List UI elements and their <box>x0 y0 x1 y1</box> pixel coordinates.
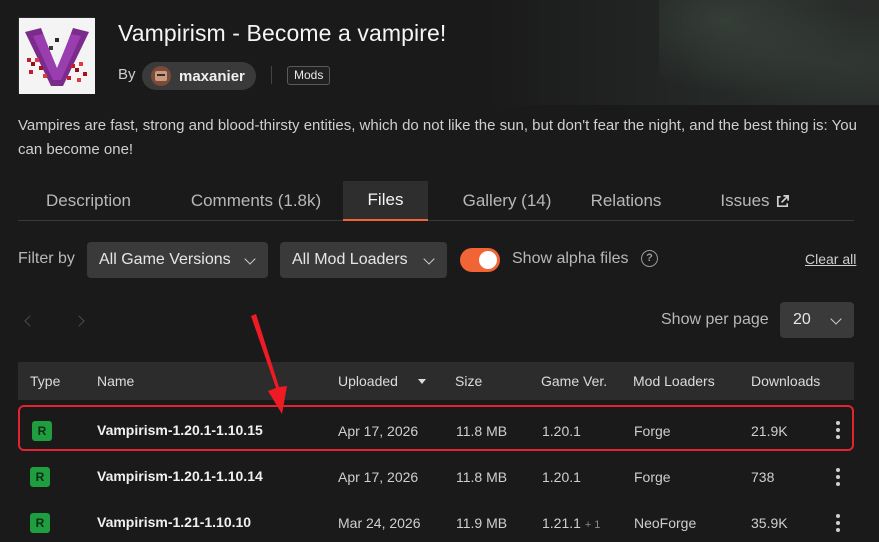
author-name: maxanier <box>179 67 245 85</box>
tab-description[interactable]: Description <box>18 181 159 221</box>
more-options-icon[interactable] <box>836 421 840 439</box>
mod-loader-value: All Mod Loaders <box>292 251 408 268</box>
file-row[interactable]: R Vampirism-1.20.1-1.10.14 Apr 17, 2026 … <box>18 453 854 499</box>
release-badge: R <box>30 513 50 533</box>
per-page-select[interactable]: 20 <box>780 302 854 338</box>
chevron-down-icon <box>244 253 256 265</box>
file-game-version: 1.20.1 <box>542 423 581 439</box>
file-mod-loader: Forge <box>634 469 671 485</box>
project-title: Vampirism - Become a vampire! <box>118 20 447 46</box>
chevron-down-icon <box>830 313 842 325</box>
author-by-label: By <box>118 66 136 83</box>
game-version-primary: 1.21.1 <box>542 515 581 531</box>
file-name[interactable]: Vampirism-1.20.1-1.10.15 <box>97 422 263 438</box>
game-version-select[interactable]: All Game Versions <box>87 242 268 278</box>
file-uploaded: Mar 24, 2026 <box>338 515 421 531</box>
project-tabs: Description Comments (1.8k) Files Galler… <box>18 181 854 221</box>
tab-comments[interactable]: Comments (1.8k) <box>175 181 337 221</box>
file-game-version: 1.21.1 + 1 <box>542 515 600 531</box>
per-page-label: Show per page <box>661 311 769 328</box>
file-size: 11.8 MB <box>456 469 508 485</box>
clear-all-link[interactable]: Clear all <box>805 251 856 267</box>
more-options-icon[interactable] <box>836 468 840 486</box>
release-badge: R <box>32 421 52 441</box>
tab-label: Gallery (14) <box>462 191 552 210</box>
mod-loader-select[interactable]: All Mod Loaders <box>280 242 447 278</box>
tab-issues[interactable]: Issues <box>700 181 810 221</box>
table-header: Type Name Uploaded Size Game Ver. Mod Lo… <box>18 362 854 400</box>
per-page-value: 20 <box>793 311 811 328</box>
project-logo <box>18 17 95 94</box>
chevron-left-icon[interactable] <box>20 312 38 330</box>
column-downloads[interactable]: Downloads <box>751 373 820 389</box>
tab-label: Comments (1.8k) <box>190 191 322 210</box>
tab-label: Description <box>45 191 132 210</box>
tab-files[interactable]: Files <box>343 181 428 221</box>
toggle-knob <box>479 251 497 269</box>
tab-label: Issues <box>720 191 770 210</box>
show-alpha-toggle[interactable] <box>460 248 500 272</box>
tab-label: Relations <box>590 191 662 210</box>
column-uploaded[interactable]: Uploaded <box>338 373 398 389</box>
file-row[interactable]: R Vampirism-1.21-1.10.10 Mar 24, 2026 11… <box>18 499 854 542</box>
file-uploaded: Apr 17, 2026 <box>338 469 419 485</box>
file-mod-loader: Forge <box>634 423 671 439</box>
project-summary: Vampires are fast, strong and blood-thir… <box>18 117 857 158</box>
tab-gallery[interactable]: Gallery (14) <box>442 181 572 221</box>
column-name[interactable]: Name <box>97 373 134 389</box>
chevron-down-icon <box>423 253 435 265</box>
column-mod-loaders: Mod Loaders <box>633 373 715 389</box>
column-size[interactable]: Size <box>455 373 482 389</box>
column-type: Type <box>30 373 61 389</box>
game-version-extra-count[interactable]: + 1 <box>585 519 601 531</box>
category-tag[interactable]: Mods <box>287 66 331 85</box>
game-version-value: All Game Versions <box>99 251 231 268</box>
file-uploaded: Apr 17, 2026 <box>338 423 419 439</box>
file-downloads: 738 <box>751 469 775 485</box>
file-name[interactable]: Vampirism-1.21-1.10.10 <box>97 514 251 530</box>
file-game-version: 1.20.1 <box>542 469 581 485</box>
external-link-icon <box>776 194 789 207</box>
author-avatar <box>151 66 171 86</box>
chevron-right-icon[interactable] <box>72 312 90 330</box>
help-icon[interactable]: ? <box>641 250 658 267</box>
sort-desc-icon[interactable] <box>418 379 426 384</box>
file-name[interactable]: Vampirism-1.20.1-1.10.14 <box>97 468 263 484</box>
column-game-version[interactable]: Game Ver. <box>541 373 607 389</box>
file-size: 11.9 MB <box>456 515 508 531</box>
filter-label: Filter by <box>18 250 75 267</box>
header-divider <box>271 66 272 84</box>
file-row[interactable]: R Vampirism-1.20.1-1.10.15 Apr 17, 2026 … <box>18 405 854 451</box>
author-chip[interactable]: maxanier <box>142 62 256 90</box>
file-size: 11.8 MB <box>456 423 508 439</box>
tab-label: Files <box>367 190 404 209</box>
more-options-icon[interactable] <box>836 514 840 532</box>
show-alpha-label: Show alpha files <box>512 250 629 267</box>
release-badge: R <box>30 467 50 487</box>
file-downloads: 35.9K <box>751 515 788 531</box>
file-mod-loader: NeoForge <box>634 515 697 531</box>
file-downloads: 21.9K <box>751 423 788 439</box>
tab-relations[interactable]: Relations <box>578 181 674 221</box>
banner-artwork <box>659 0 879 105</box>
